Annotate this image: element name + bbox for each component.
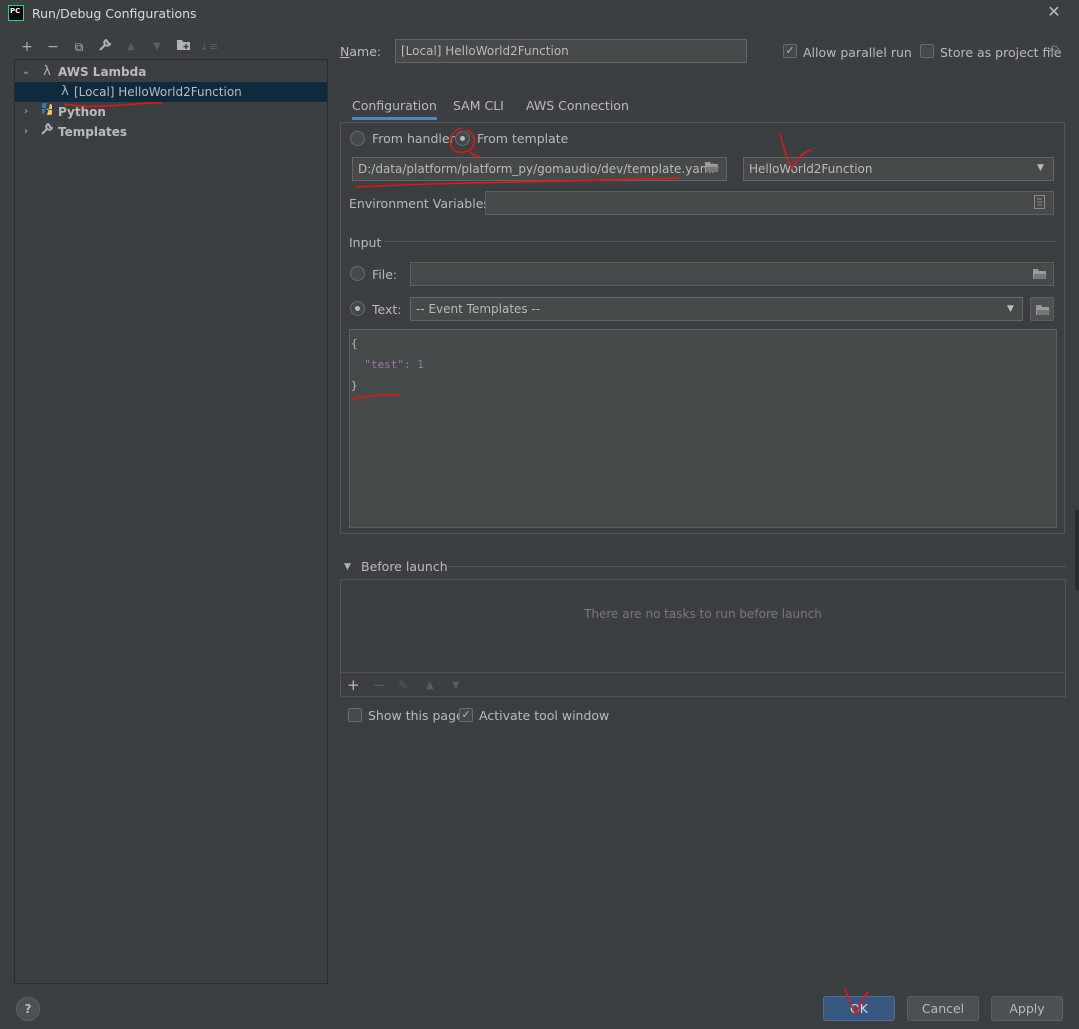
function-select[interactable]: HelloWorld2Function bbox=[743, 157, 1054, 181]
folder-icon[interactable] bbox=[173, 38, 193, 56]
function-select-value: HelloWorld2Function bbox=[749, 162, 873, 176]
event-templates-select[interactable]: -- Event Templates -- bbox=[410, 297, 1023, 321]
env-vars-field[interactable] bbox=[485, 191, 1054, 215]
sort-icon[interactable]: ↓≡ bbox=[199, 38, 219, 56]
wrench-icon[interactable] bbox=[95, 38, 115, 56]
from-handler-label: From handler bbox=[372, 131, 455, 146]
move-down-icon[interactable]: ▼ bbox=[147, 38, 167, 56]
python-icon bbox=[39, 102, 55, 123]
remove-task-icon[interactable]: − bbox=[373, 676, 386, 694]
store-project-label: Store as project file bbox=[940, 45, 1062, 60]
tree-item-label: Python bbox=[58, 105, 106, 119]
cancel-button[interactable]: Cancel bbox=[907, 996, 979, 1021]
before-launch-empty-text: There are no tasks to run before launch bbox=[584, 607, 822, 621]
from-template-radio[interactable] bbox=[455, 131, 470, 146]
lambda-icon: λ bbox=[61, 84, 69, 99]
show-page-checkbox[interactable] bbox=[348, 708, 362, 722]
tree-item-local-helloworld2function[interactable]: λ [Local] HelloWorld2Function bbox=[15, 82, 327, 102]
folder-open-icon[interactable] bbox=[704, 160, 720, 176]
tree-item-label: Templates bbox=[58, 125, 128, 139]
tree-item-label: AWS Lambda bbox=[58, 65, 147, 79]
activate-tool-label: Activate tool window bbox=[479, 708, 610, 723]
window-title: Run/Debug Configurations bbox=[32, 6, 197, 21]
collapse-triangle-icon[interactable]: ▼ bbox=[344, 562, 351, 572]
ok-button[interactable]: OK bbox=[823, 996, 895, 1021]
name-field[interactable]: [Local] HelloWorld2Function bbox=[395, 39, 747, 63]
edit-task-icon[interactable]: ✎ bbox=[398, 678, 408, 692]
before-launch-label[interactable]: Before launch bbox=[361, 559, 448, 574]
file-field[interactable] bbox=[410, 262, 1054, 286]
scrollbar[interactable] bbox=[1075, 510, 1079, 590]
template-path-field[interactable]: D:/data/platform/platform_py/gomaudio/de… bbox=[352, 157, 727, 181]
move-up-icon[interactable]: ▲ bbox=[426, 680, 434, 691]
editor-line: { bbox=[351, 337, 358, 350]
tree-item-aws-lambda[interactable]: ⌄ λ AWS Lambda bbox=[15, 62, 327, 82]
add-icon[interactable]: + bbox=[17, 38, 37, 56]
show-page-label: Show this page bbox=[368, 708, 464, 723]
chevron-down-icon[interactable]: ⌄ bbox=[21, 62, 31, 82]
config-tree: ⌄ λ AWS Lambda λ [Local] HelloWorld2Func… bbox=[14, 59, 328, 984]
editor-line: "test": 1 bbox=[351, 358, 424, 371]
name-label: Name: bbox=[340, 44, 382, 59]
input-section-label: Input bbox=[349, 235, 382, 250]
before-launch-toolbar-separator bbox=[341, 672, 1065, 673]
remove-icon[interactable]: − bbox=[43, 38, 63, 56]
event-templates-value: -- Event Templates -- bbox=[416, 302, 541, 316]
add-task-icon[interactable]: + bbox=[347, 676, 360, 694]
file-label: File: bbox=[372, 267, 398, 282]
input-separator bbox=[384, 241, 1056, 242]
env-vars-label: Environment Variables: bbox=[349, 196, 495, 211]
text-radio[interactable] bbox=[350, 301, 365, 316]
from-handler-radio[interactable] bbox=[350, 131, 365, 146]
lambda-icon: λ bbox=[43, 64, 51, 79]
tab-configuration[interactable]: Configuration bbox=[352, 96, 437, 120]
tab-sam-cli[interactable]: SAM CLI bbox=[453, 96, 504, 120]
tree-item-templates[interactable]: › Templates bbox=[15, 122, 327, 142]
from-template-label: From template bbox=[477, 131, 569, 146]
allow-parallel-label: Allow parallel run bbox=[803, 45, 912, 60]
before-launch-separator bbox=[446, 566, 1066, 567]
copy-icon[interactable]: ⧉ bbox=[69, 38, 89, 56]
chevron-down-icon[interactable]: ▼ bbox=[1037, 163, 1044, 173]
help-button[interactable]: ? bbox=[16, 997, 40, 1021]
text-label: Text: bbox=[372, 302, 402, 317]
chevron-right-icon[interactable]: › bbox=[21, 122, 31, 142]
tree-item-python[interactable]: › Python bbox=[15, 102, 327, 122]
wrench-icon bbox=[39, 122, 55, 143]
open-event-file-button[interactable] bbox=[1030, 297, 1054, 321]
tree-item-label: [Local] HelloWorld2Function bbox=[74, 85, 242, 99]
activate-tool-checkbox[interactable]: ✓ bbox=[459, 708, 473, 722]
editor-line: } bbox=[351, 379, 358, 392]
template-path-text: D:/data/platform/platform_py/gomaudio/de… bbox=[358, 162, 715, 176]
chevron-right-icon[interactable]: › bbox=[21, 102, 31, 122]
allow-parallel-checkbox[interactable]: ✓ bbox=[783, 44, 797, 58]
store-project-checkbox[interactable] bbox=[920, 44, 934, 58]
before-launch-panel bbox=[340, 579, 1066, 697]
tab-aws-connection[interactable]: AWS Connection bbox=[526, 96, 629, 120]
folder-open-icon[interactable] bbox=[1032, 267, 1048, 283]
gear-icon[interactable]: ⚙ bbox=[1048, 43, 1061, 59]
event-json-editor[interactable]: { "test": 1 } bbox=[349, 329, 1057, 528]
folder-open-icon bbox=[1035, 303, 1051, 319]
document-icon[interactable] bbox=[1034, 195, 1045, 212]
chevron-down-icon[interactable]: ▼ bbox=[1007, 304, 1014, 314]
move-down-icon[interactable]: ▼ bbox=[452, 680, 460, 691]
move-up-icon[interactable]: ▲ bbox=[121, 38, 141, 56]
file-radio[interactable] bbox=[350, 266, 365, 281]
close-icon[interactable]: ✕ bbox=[1045, 3, 1063, 21]
apply-button[interactable]: Apply bbox=[991, 996, 1063, 1021]
pycharm-logo-icon: PC bbox=[8, 5, 24, 21]
